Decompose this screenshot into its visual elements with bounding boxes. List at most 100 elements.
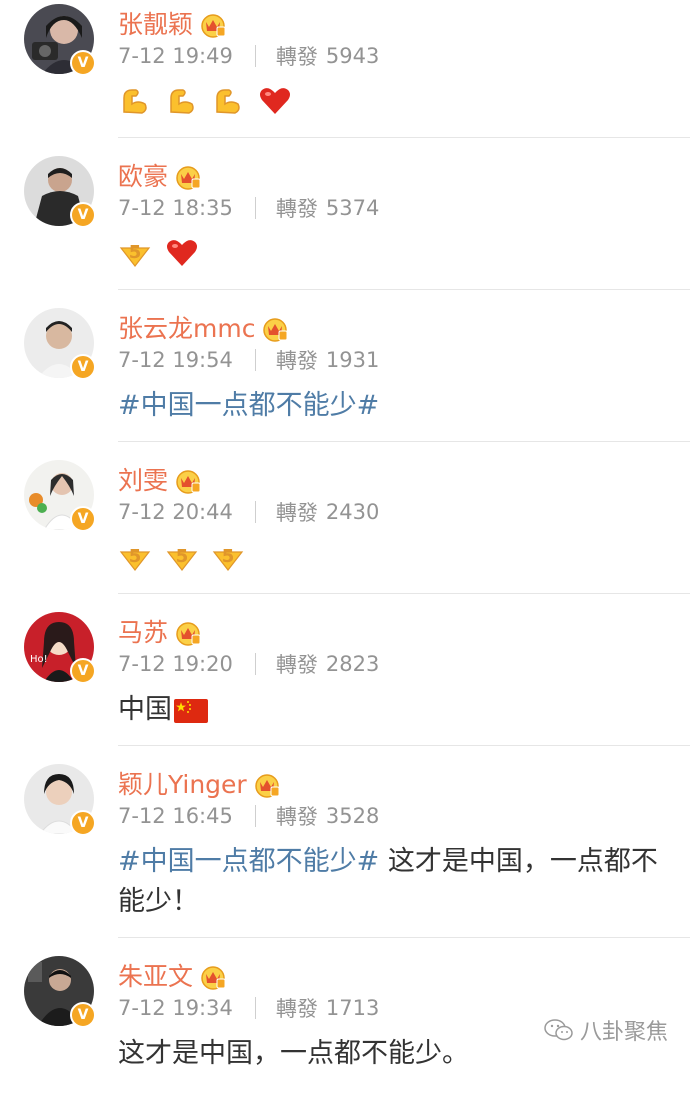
user-name[interactable]: 刘雯 [118,466,168,496]
user-name[interactable]: 马苏 [118,618,168,648]
avatar[interactable]: V [24,308,96,380]
post-item: V 颖儿Yinger 7-12 16:45 轉發 3528 #中国一点都不能少#… [24,746,690,938]
post-time: 7-12 16:45 [118,804,233,828]
post-time: 7-12 19:34 [118,996,233,1020]
repost-count: 5943 [325,44,380,68]
post-text: 中国 [118,694,172,725]
avatar[interactable]: V [24,156,96,228]
weibo-feed: V 张靓颖 7-12 19:49 轉發 5943 V 欧豪 7-12 18:35… [0,0,690,1098]
meta-divider [254,653,256,675]
repost-label[interactable]: 轉發 [276,345,318,375]
verified-badge-icon: V [70,50,96,76]
user-name[interactable]: 欧豪 [118,162,168,192]
crown-member-icon [254,774,280,798]
muscle-emoji-icon [123,88,147,114]
svg-text:5: 5 [129,546,142,567]
meta-divider [254,501,256,523]
avatar[interactable]: Ho! V [24,612,96,684]
gold-5-emoji-icon: 5 [166,546,197,571]
user-name[interactable]: 颖儿Yinger [118,770,247,800]
crown-member-icon [176,166,201,190]
repost-label[interactable]: 轉發 [276,193,318,223]
crown-member-icon [201,14,226,38]
avatar[interactable]: V [24,4,96,76]
post-time: 7-12 19:20 [118,652,233,676]
post-content: 5 [118,232,670,272]
post-content: 5 5 5 [118,536,670,576]
post-item: V 张靓颖 7-12 19:49 轉發 5943 [24,0,690,138]
post-item: V 张云龙mmc 7-12 19:54 轉發 1931 #中国一点都不能少# [24,290,690,442]
meta-row: 7-12 20:44 轉發 2430 [118,498,379,526]
verified-badge-icon: V [70,354,96,380]
avatar[interactable]: V [24,764,96,836]
verified-badge-icon: V [70,810,96,836]
post-text: 这才是中国，一点都不能少。 [118,1038,469,1069]
post-item: Ho! V 马苏 7-12 19:20 轉發 2823 中国 [24,594,690,746]
muscle-emoji-icon [216,88,240,114]
repost-count: 3528 [325,804,380,828]
wechat-icon [544,1019,573,1041]
post-content: 中国 [118,690,670,730]
repost-label[interactable]: 轉發 [276,993,318,1023]
repost-label[interactable]: 轉發 [276,801,318,831]
meta-row: 7-12 18:35 轉發 5374 [118,194,379,222]
post-time: 7-12 20:44 [118,500,233,524]
watermark-text: 八卦聚焦 [579,1020,668,1045]
repost-label[interactable]: 轉發 [276,649,318,679]
gold-5-emoji-icon: 5 [119,242,151,267]
repost-count: 2823 [325,652,380,676]
name-row: 朱亚文 [118,962,227,992]
meta-row: 7-12 19:54 轉發 1931 [118,346,379,374]
red-heart-emoji-icon [166,239,197,266]
post-content: #中国一点都不能少# [118,386,670,426]
post-content [118,80,670,120]
hashtag-link[interactable]: #中国一点都不能少# [118,390,379,421]
post-time: 7-12 19:54 [118,348,233,372]
crown-member-icon [201,966,226,990]
gold-5-emoji-icon: 5 [119,546,151,571]
verified-badge-icon: V [70,202,96,228]
name-row: 马苏 [118,618,202,648]
crown-member-icon [176,470,201,494]
meta-row: 7-12 19:34 轉發 1713 [118,994,379,1022]
meta-divider [254,805,256,827]
post-time: 7-12 19:49 [118,44,233,68]
meta-divider [254,997,256,1019]
meta-row: 7-12 19:49 轉發 5943 [118,42,379,70]
repost-label[interactable]: 轉發 [276,497,318,527]
red-heart-emoji-icon [259,87,290,114]
watermark: 八卦聚焦 [544,1014,668,1046]
gold-5-emoji-icon: 5 [212,546,244,571]
name-row: 张靓颖 [118,10,227,40]
svg-text:Ho!: Ho! [30,654,48,665]
verified-badge-icon: V [70,506,96,532]
name-row: 刘雯 [118,466,202,496]
crown-member-icon [263,318,288,342]
meta-divider [254,197,256,219]
post-item: V 刘雯 7-12 20:44 轉發 2430 5 5 5 [24,442,690,594]
repost-count: 2430 [325,500,380,524]
meta-row: 7-12 16:45 轉發 3528 [118,802,379,830]
crown-member-icon [176,622,201,646]
post-time: 7-12 18:35 [118,196,233,220]
meta-divider [254,45,256,67]
muscle-emoji-icon [169,88,194,114]
avatar[interactable]: V [24,460,96,532]
repost-count: 1931 [325,348,380,372]
svg-text:5: 5 [175,546,188,567]
name-row: 欧豪 [118,162,202,192]
hashtag-link[interactable]: #中国一点都不能少# [118,846,379,877]
svg-text:5: 5 [222,546,235,567]
china-flag-emoji-icon [174,698,208,723]
verified-badge-icon: V [70,658,96,684]
name-row: 张云龙mmc [118,314,289,344]
user-name[interactable]: 朱亚文 [118,962,193,992]
verified-badge-icon: V [70,1002,96,1028]
avatar[interactable]: V [24,956,96,1028]
user-name[interactable]: 张靓颖 [118,10,193,40]
repost-label[interactable]: 轉發 [276,41,318,71]
user-name[interactable]: 张云龙mmc [118,314,255,344]
svg-text:5: 5 [129,242,142,263]
post-item: V 欧豪 7-12 18:35 轉發 5374 5 [24,138,690,290]
meta-divider [254,349,256,371]
